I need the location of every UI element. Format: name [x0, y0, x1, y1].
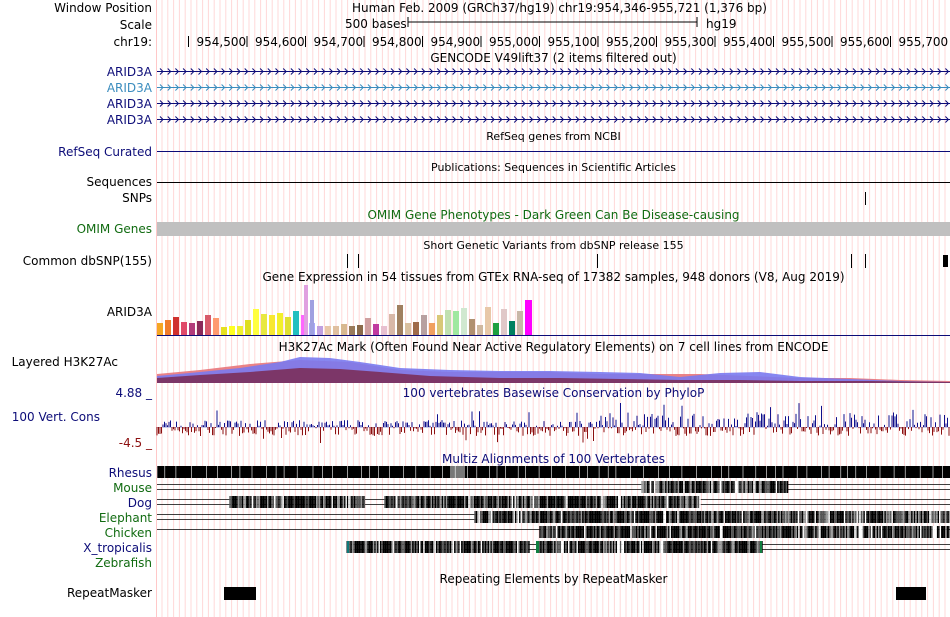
- gtex-tissue-bar: [437, 315, 443, 335]
- gtex-tissue-bar: [277, 313, 283, 335]
- gtex-tissue-bar: [405, 323, 411, 335]
- gtex-tissue-bar: [285, 317, 291, 335]
- ruler-tick-label: 955,500: [781, 35, 832, 49]
- gtex-tissue-bar: [461, 308, 467, 335]
- repeat-element: [896, 587, 926, 600]
- gtex-tissue-bar: [477, 325, 483, 335]
- gtex-tissue-bar: [325, 326, 331, 335]
- scale-bar-text: 500 bases: [345, 17, 407, 31]
- gtex-tissue-bar: [237, 326, 243, 335]
- omim-phenotype-bar: [157, 222, 950, 236]
- window-position-value: Human Feb. 2009 (GRCh37/hg19) chr19:954,…: [352, 1, 767, 15]
- scale-assembly: hg19: [706, 17, 737, 31]
- ruler-tick-label: 954,800: [372, 35, 422, 49]
- ruler-tick-label: 955,700: [898, 35, 949, 49]
- gtex-tissue-bar: [181, 322, 187, 335]
- ruler-tick-label: 954,700: [313, 35, 364, 49]
- ruler-tick-label: 954,500: [196, 35, 247, 49]
- gtex-tissue-bar: [269, 315, 275, 335]
- gtex-tissue-bar: [165, 320, 171, 335]
- browser-tracks[interactable]: [0, 0, 950, 617]
- publications-title: Publications: Sequences in Scientific Ar…: [431, 161, 676, 174]
- gtex-tissue-bar: [429, 323, 435, 335]
- gtex-tissue-bar: [341, 324, 347, 335]
- omim-title: OMIM Gene Phenotypes - Dark Green Can Be…: [367, 208, 740, 222]
- gtex-tissue-bar: [493, 323, 499, 335]
- dbsnp-title: Short Genetic Variants from dbSNP releas…: [423, 239, 684, 252]
- multiz-alignments: [156, 466, 950, 553]
- gtex-tissue-bar: [229, 326, 235, 335]
- gtex-tissue-bar: [189, 323, 195, 335]
- ruler-tick-label: 954,900: [430, 35, 481, 49]
- gtex-tissue-bar: [445, 310, 451, 335]
- gtex-tissue-bar: [213, 318, 219, 335]
- gtex-tissue-bar: [365, 318, 371, 335]
- ruler-tick-label: 955,000: [489, 35, 539, 49]
- gtex-tissue-bar: [310, 300, 314, 335]
- gtex-tissue-bar: [413, 322, 419, 335]
- alignment-block: [450, 466, 465, 478]
- gtex-tissue-bar: [317, 326, 323, 335]
- h3k27ac-layers: [157, 357, 950, 383]
- gtex-tissue-bar: [485, 307, 491, 335]
- gtex-tissue-bar: [245, 320, 251, 335]
- phylop-title: 100 vertebrates Basewise Conservation by…: [402, 386, 705, 400]
- gtex-tissue-bar: [333, 326, 339, 335]
- gtex-tissue-bar: [205, 315, 211, 335]
- gtex-tissue-bar: [304, 285, 308, 335]
- repeat-element: [224, 587, 256, 600]
- gtex-tissue-bar: [221, 327, 227, 335]
- gencode-title: GENCODE V49lift37 (2 items filtered out): [430, 51, 677, 65]
- dbsnp-variant: [943, 255, 948, 267]
- gtex-bar-chart: [157, 285, 532, 335]
- gtex-tissue-bar: [453, 311, 459, 335]
- gtex-tissue-bar: [397, 305, 403, 335]
- gtex-tissue-bar: [509, 321, 515, 335]
- gtex-tissue-bar: [381, 326, 387, 335]
- h3k27ac-title: H3K27Ac Mark (Often Found Near Active Re…: [278, 340, 829, 354]
- gtex-title: Gene Expression in 54 tissues from GTEx …: [262, 270, 845, 284]
- ruler-tick-label: 955,600: [840, 35, 890, 49]
- multiz-title: Multiz Alignments of 100 Vertebrates: [441, 452, 666, 466]
- refseq-title: RefSeq genes from NCBI: [486, 130, 621, 143]
- gtex-tissue-bar: [501, 309, 507, 335]
- gtex-tissue-bar: [197, 321, 203, 335]
- ruler-tick-label: 955,400: [723, 35, 773, 49]
- ruler-tick-label: 955,100: [547, 35, 598, 49]
- gtex-tissue-bar: [469, 319, 475, 335]
- ruler-tick-label: 955,200: [606, 35, 656, 49]
- ruler-tick-label: 954,600: [255, 35, 305, 49]
- gtex-tissue-bar: [373, 324, 379, 335]
- gtex-tissue-bar: [421, 315, 427, 335]
- gtex-tissue-bar: [293, 311, 299, 335]
- gtex-tissue-bar: [173, 317, 179, 335]
- ruler-tick-label: 955,300: [664, 35, 715, 49]
- repeatmasker-title: Repeating Elements by RepeatMasker: [439, 572, 668, 586]
- alignment-edge: [760, 541, 762, 553]
- grid-lines: [161, 0, 946, 617]
- gtex-tissue-bar: [157, 323, 163, 335]
- scale-bar: [407, 17, 698, 27]
- gtex-tissue-bar: [357, 325, 363, 335]
- gtex-tissue-bar: [527, 300, 532, 335]
- gtex-tissue-bar: [261, 314, 267, 335]
- gtex-tissue-bar: [253, 309, 259, 335]
- alignment-edge: [347, 541, 349, 553]
- phylop-wiggle: [156, 403, 950, 443]
- gencode-track: [157, 68, 950, 123]
- gtex-tissue-bar: [517, 311, 523, 335]
- alignment-edge: [536, 541, 539, 553]
- gtex-tissue-bar: [349, 326, 355, 335]
- gtex-tissue-bar: [389, 314, 395, 335]
